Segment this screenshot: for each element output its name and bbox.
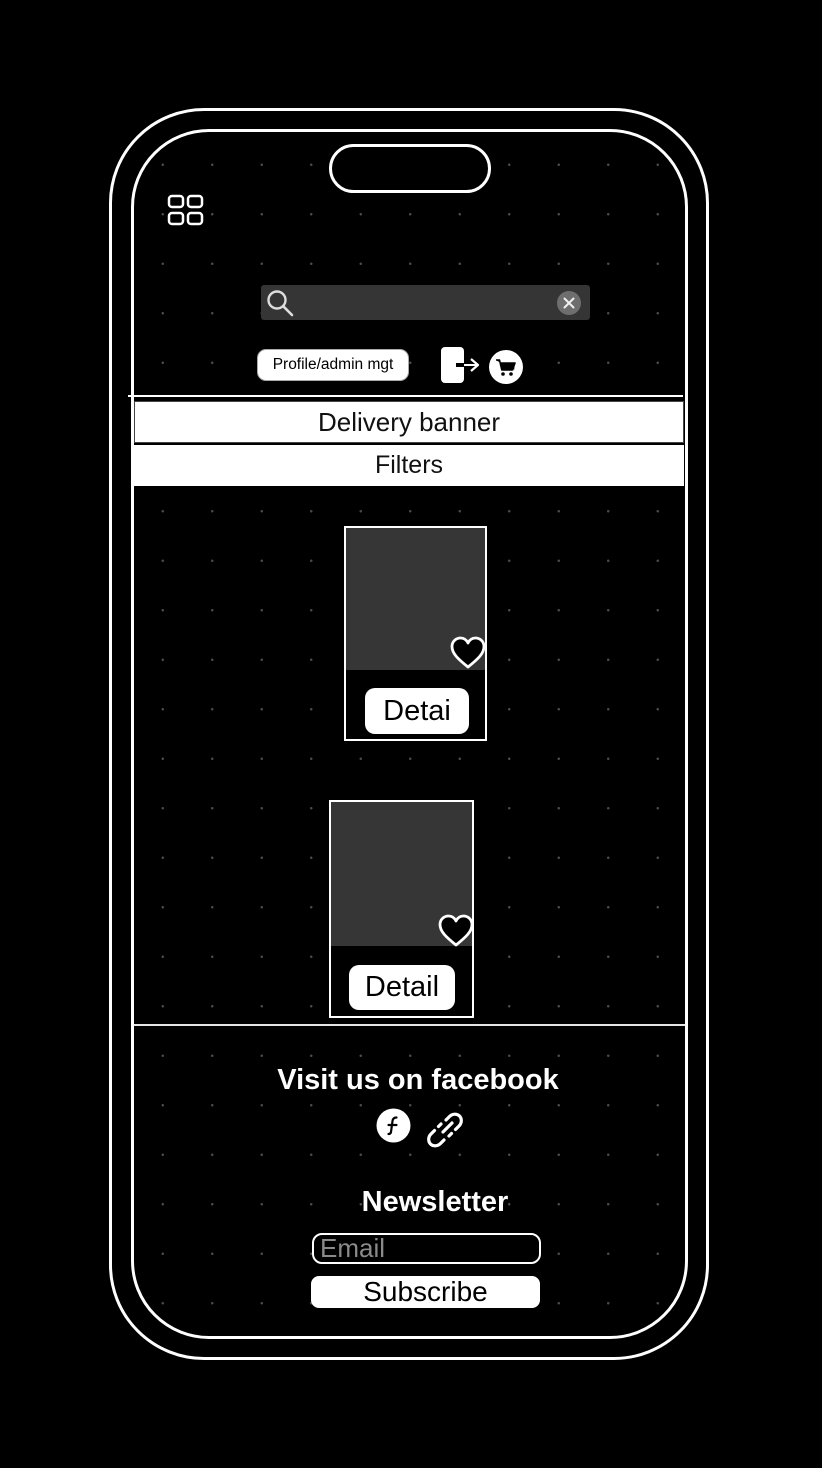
email-field[interactable] (312, 1233, 541, 1264)
search-bar[interactable] (261, 285, 590, 320)
link-icon[interactable] (425, 1110, 465, 1150)
facebook-heading: Visit us on facebook (277, 1064, 559, 1096)
detail-button[interactable]: Detail (349, 965, 455, 1010)
product-card[interactable]: Detail (329, 800, 474, 1018)
profile-admin-button[interactable]: Profile/admin mgt (257, 349, 409, 381)
delivery-banner[interactable]: Delivery banner (134, 401, 684, 443)
filters-button[interactable]: Filters (134, 445, 684, 486)
heart-icon[interactable] (438, 914, 474, 948)
facebook-icon[interactable] (376, 1108, 411, 1143)
header-divider (128, 395, 683, 397)
footer-divider (134, 1024, 685, 1026)
product-card[interactable]: Detai (344, 526, 487, 741)
grid-icon[interactable] (167, 194, 205, 228)
search-icon (267, 290, 294, 317)
logout-icon[interactable] (440, 347, 484, 383)
detail-button[interactable]: Detai (365, 688, 469, 734)
newsletter-heading: Newsletter (361, 1186, 509, 1218)
search-input[interactable] (299, 289, 549, 316)
clear-icon[interactable] (556, 290, 582, 316)
subscribe-button[interactable]: Subscribe (311, 1276, 540, 1308)
heart-icon[interactable] (450, 636, 486, 670)
cart-icon[interactable] (488, 349, 524, 385)
dynamic-island (329, 144, 491, 193)
